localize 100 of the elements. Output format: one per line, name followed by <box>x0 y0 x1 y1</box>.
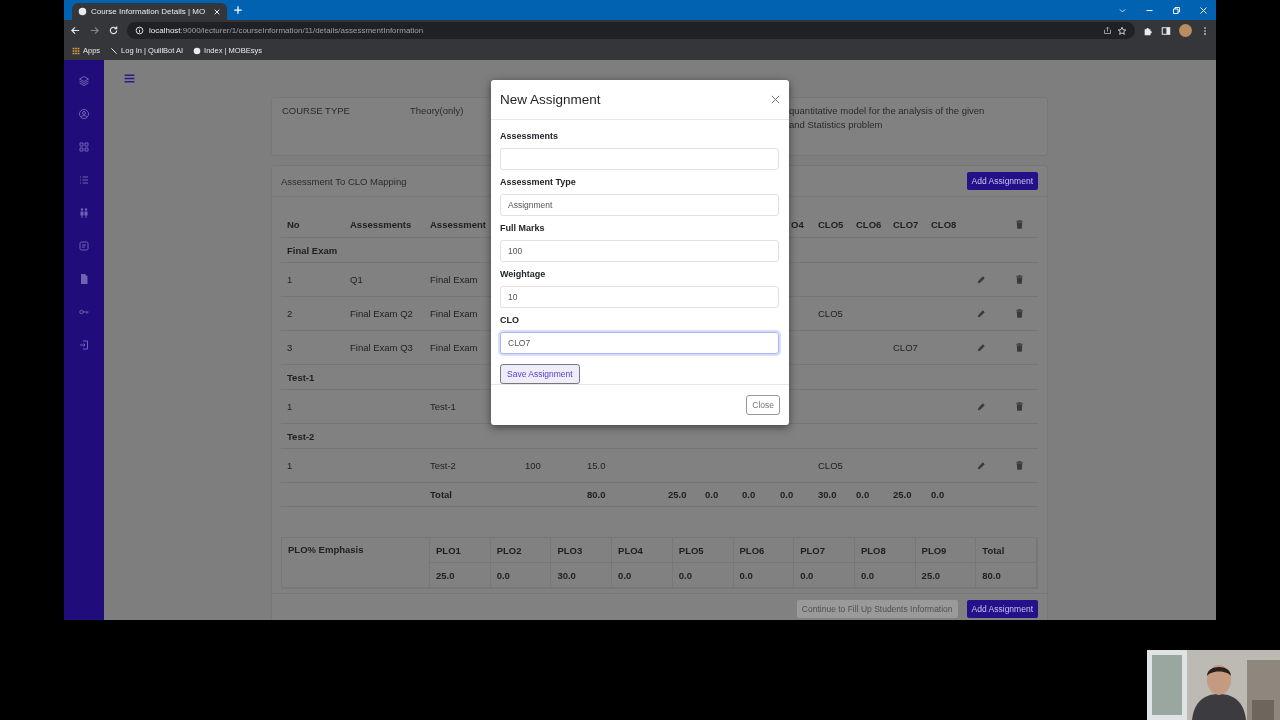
edit-icon[interactable] <box>976 401 987 412</box>
total-cell: 0.0 <box>850 483 887 507</box>
share-icon[interactable] <box>1103 26 1112 35</box>
list-icon[interactable] <box>78 174 90 186</box>
save-button[interactable]: Save Assignment <box>500 363 580 384</box>
table-cell: Final Exam Q2 <box>344 297 424 331</box>
add-assignment-button[interactable]: Add Assignment <box>966 600 1038 618</box>
puzzle-icon[interactable] <box>1143 25 1153 36</box>
table-cell: 15.0 <box>581 449 662 483</box>
delete-icon[interactable] <box>1013 219 1025 230</box>
user-icon[interactable] <box>78 108 90 120</box>
side-panel-icon[interactable] <box>1161 25 1171 36</box>
forward-icon[interactable] <box>89 25 100 36</box>
table-cell: 1 <box>281 390 344 424</box>
table-cell: 80.0 <box>976 563 1037 588</box>
total-cell: 0.0 <box>699 483 736 507</box>
table-cell: Test-2 <box>424 449 519 483</box>
column-header: PLO8 <box>854 538 916 563</box>
document-icon[interactable] <box>78 273 90 285</box>
table-cell: 25.0 <box>915 563 977 588</box>
table-cell: 2 <box>281 297 344 331</box>
description-text: quantitative model for the analysis of the given <box>789 104 985 118</box>
info-icon[interactable] <box>135 26 144 35</box>
apps-grid-icon <box>72 46 80 55</box>
people-icon[interactable] <box>78 207 90 219</box>
table-cell: 1 <box>281 449 344 483</box>
field-label: COURSE TYPE <box>282 104 350 118</box>
column-header: PLO9 <box>915 538 977 563</box>
total-cell: 25.0 <box>887 483 925 507</box>
delete-icon[interactable] <box>1013 401 1025 412</box>
message-icon[interactable] <box>78 240 90 252</box>
table-cell: PLO% Emphasis <box>282 538 430 588</box>
address-bar[interactable]: localhost:9000/lecturer/1/courseInformation/11/details/assessmentInformation <box>127 22 1135 39</box>
field-value: Theory(only) <box>410 104 464 118</box>
field-label: Assessments <box>500 129 560 143</box>
layers-icon[interactable] <box>78 75 90 87</box>
table-cell: 100 <box>519 449 581 483</box>
delete-icon[interactable] <box>1013 460 1025 471</box>
column-header: PLO7 <box>794 538 855 563</box>
column-header: No <box>281 212 344 238</box>
delete-icon[interactable] <box>1013 274 1025 285</box>
column-header: CLO5 <box>812 212 850 238</box>
column-header: PLO3 <box>551 538 613 563</box>
grid-icon[interactable] <box>78 141 90 153</box>
input-field[interactable]: 100 <box>500 239 779 262</box>
close-icon[interactable] <box>213 7 221 16</box>
total-cell: 0.0 <box>925 483 963 507</box>
table-cell: Final Exam Q3 <box>344 331 424 365</box>
table-cell: 0.0 <box>612 563 673 588</box>
logout-icon[interactable] <box>78 339 90 351</box>
modal-title: New Assignment <box>500 91 601 107</box>
edit-icon[interactable] <box>976 342 987 353</box>
browser-tab[interactable]: Course Information Details | MO <box>72 3 227 20</box>
star-icon[interactable] <box>1117 25 1127 36</box>
close-button[interactable]: Close <box>746 394 780 415</box>
table-cell: 30.0 <box>551 563 613 588</box>
delete-icon[interactable] <box>1013 342 1025 353</box>
table-cell: 25.0 <box>430 563 491 588</box>
input-field[interactable]: CLO7 <box>500 331 779 354</box>
close-icon[interactable] <box>770 93 781 105</box>
field-label: Assessment Type <box>500 175 577 189</box>
url-text: localhost:9000/lecturer/1/courseInformation/11/details/assessmentInformation <box>149 26 424 35</box>
table-cell: 0.0 <box>490 563 552 588</box>
table-cell: 0.0 <box>733 563 795 588</box>
table-cell: Q1 <box>344 263 424 297</box>
menu-icon[interactable] <box>123 72 136 85</box>
column-header: CLO7 <box>887 212 925 238</box>
reload-icon[interactable] <box>108 25 119 36</box>
field-label: CLO <box>500 313 520 327</box>
globe-icon <box>193 46 202 55</box>
table-cell: 0.0 <box>672 563 734 588</box>
back-icon[interactable] <box>70 25 81 36</box>
total-cell: 30.0 <box>812 483 850 507</box>
edit-icon[interactable] <box>976 308 987 319</box>
column-header: PLO1 <box>430 538 491 563</box>
table-cell: 0.0 <box>854 563 916 588</box>
table-cell: CLO5 <box>812 297 850 331</box>
new-tab-icon[interactable] <box>233 5 243 15</box>
globe-icon <box>78 7 87 16</box>
total-cell: 0.0 <box>774 483 812 507</box>
edit-icon[interactable] <box>976 460 987 471</box>
profile-avatar[interactable] <box>1179 24 1192 37</box>
input-field[interactable]: Assignment <box>500 193 779 216</box>
total-cell: Total <box>424 483 519 507</box>
add-assignment-button[interactable]: Add Assignment <box>966 172 1038 190</box>
total-cell: 80.0 <box>581 483 662 507</box>
column-header: CLO6 <box>850 212 887 238</box>
column-header: PLO5 <box>672 538 734 563</box>
description-text: and Statistics problem <box>789 118 884 132</box>
total-cell: 0.0 <box>736 483 774 507</box>
delete-icon[interactable] <box>1013 308 1025 319</box>
table-cell: CLO5 <box>812 449 850 483</box>
input-field[interactable]: 10 <box>500 285 779 308</box>
restore-icon[interactable] <box>1172 5 1181 15</box>
column-header: Assessments <box>344 212 424 238</box>
pen-icon <box>110 46 119 55</box>
table-cell: 0.0 <box>794 563 855 588</box>
edit-icon[interactable] <box>976 274 987 285</box>
input-field[interactable] <box>500 147 779 170</box>
column-header: Total <box>976 538 1037 563</box>
